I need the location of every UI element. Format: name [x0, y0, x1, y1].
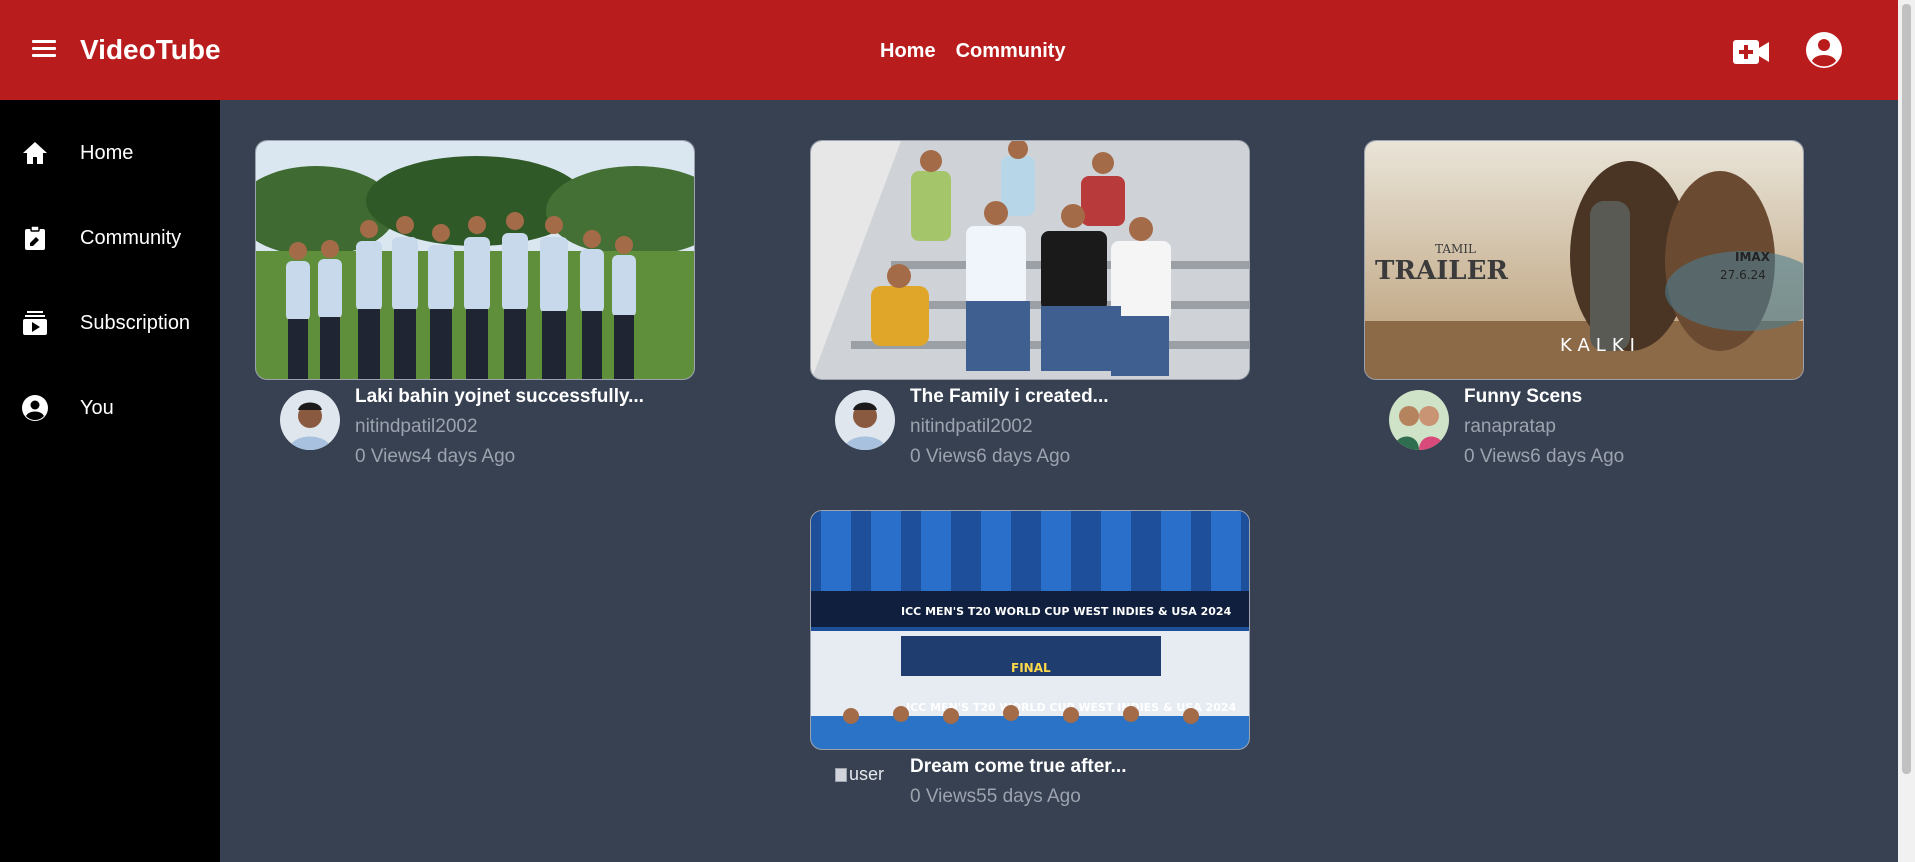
home-icon [23, 142, 47, 164]
worldcup-final-text: FINAL [1011, 661, 1051, 675]
video-thumbnail[interactable] [810, 140, 1250, 380]
nav-community-link[interactable]: Community [956, 40, 1066, 63]
channel-avatar[interactable] [835, 390, 895, 450]
page-scrollbar[interactable] [1898, 0, 1915, 862]
video-stats: 0 Views6 days Ago [1464, 446, 1625, 467]
video-title[interactable]: Dream come true after... [910, 756, 1126, 778]
top-nav: Home Community [880, 40, 1066, 63]
sidebar-item-label: Home [80, 141, 134, 164]
video-stats: 0 Views4 days Ago [355, 446, 516, 467]
video-title[interactable]: Funny Scens [1464, 386, 1582, 408]
channel-name[interactable]: nitindpatil2002 [910, 416, 1033, 438]
sidebar-item-label: Community [80, 226, 182, 249]
top-bar: VideoTube Home Community [0, 0, 1898, 100]
video-thumbnail[interactable]: ICC MEN'S T20 WORLD CUP WEST INDIES & US… [810, 510, 1250, 750]
video-card[interactable]: Laki bahin yojnet successfully... nitind… [255, 140, 695, 470]
sidebar-item-subscription[interactable]: Subscription [0, 293, 220, 353]
broken-avatar-image: user [835, 764, 884, 785]
hamburger-menu-icon[interactable] [32, 40, 56, 60]
kalki-title-text: KALKI [1560, 335, 1641, 356]
channel-name[interactable]: ranapratap [1464, 416, 1556, 438]
sidebar-item-you[interactable]: You [0, 378, 220, 438]
channel-avatar[interactable] [280, 390, 340, 450]
app-logo[interactable]: VideoTube [80, 34, 221, 66]
kalki-trailer-text: TRAILER [1375, 256, 1508, 286]
video-card[interactable]: ICC MEN'S T20 WORLD CUP WEST INDIES & US… [810, 510, 1250, 840]
video-stats: 0 Views55 days Ago [910, 786, 1081, 807]
video-card[interactable]: The Family i created... nitindpatil2002 … [810, 140, 1250, 470]
kalki-imax-text: IMAX [1735, 250, 1771, 264]
channel-name[interactable]: nitindpatil2002 [355, 416, 478, 438]
nav-home-link[interactable]: Home [880, 40, 936, 63]
sidebar-item-community[interactable]: Community [0, 208, 220, 268]
worldcup-banner-top: ICC MEN'S T20 WORLD CUP WEST INDIES & US… [901, 605, 1232, 618]
video-thumbnail[interactable] [255, 140, 695, 380]
video-stats: 0 Views6 days Ago [910, 446, 1071, 467]
clipboard-icon [25, 225, 45, 250]
upload-video-icon[interactable] [1733, 40, 1769, 64]
video-thumbnail[interactable]: TAMIL TRAILER IMAX 27.6.24 KALKI [1364, 140, 1804, 380]
sidebar-item-label: You [80, 396, 114, 419]
sidebar-item-home[interactable]: Home [0, 123, 220, 183]
video-title[interactable]: Laki bahin yojnet successfully... [355, 386, 644, 408]
sidebar: Home Community Subscription You [0, 100, 220, 862]
account-icon [22, 395, 48, 421]
kalki-date-text: 27.6.24 [1720, 268, 1766, 282]
video-card[interactable]: TAMIL TRAILER IMAX 27.6.24 KALKI Funny S… [1364, 140, 1804, 470]
sidebar-item-label: Subscription [80, 311, 191, 334]
kalki-tamil-text: TAMIL [1435, 242, 1476, 256]
account-icon[interactable] [1806, 32, 1842, 68]
broken-image-icon [835, 767, 847, 782]
avatar-alt-text: user [849, 764, 885, 784]
video-title[interactable]: The Family i created... [910, 386, 1109, 408]
subscription-icon [23, 311, 47, 335]
scrollbar-thumb[interactable] [1902, 4, 1911, 774]
channel-avatar[interactable] [1389, 390, 1449, 450]
